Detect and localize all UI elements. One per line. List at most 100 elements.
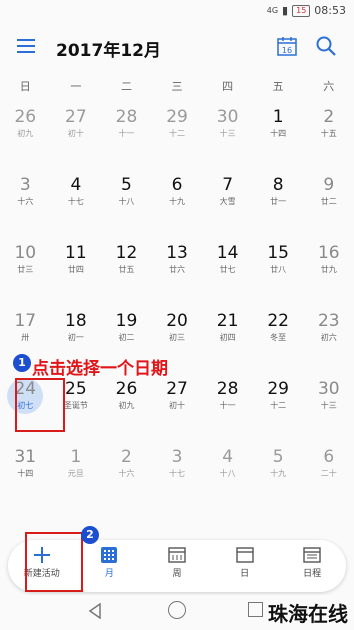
day-cell[interactable]: 22 冬至 <box>253 308 304 376</box>
day-cell[interactable]: 3 十七 <box>152 444 203 512</box>
day-number: 1 <box>272 107 284 127</box>
battery-icon: 15 <box>292 4 311 17</box>
day-cell[interactable]: 1 十四 <box>253 104 304 172</box>
day-cell[interactable]: 26 初九 <box>101 376 152 444</box>
day-cell[interactable]: 15 廿八 <box>253 240 304 308</box>
day-cell[interactable]: 8 廿一 <box>253 172 304 240</box>
step-2-badge: 2 <box>81 526 99 544</box>
day-cell[interactable]: 26 初九 <box>0 104 51 172</box>
day-number: 11 <box>65 243 87 263</box>
day-cell[interactable]: 11 廿四 <box>51 240 102 308</box>
day-cell[interactable]: 4 十八 <box>202 444 253 512</box>
lunar-date: 十七 <box>67 197 84 206</box>
lunar-date: 廿七 <box>219 265 236 274</box>
month-grid: 26 初九 27 初十 28 十一 29 十二 30 十三 1 十四 2 十五 3 十六 4 十七 5 十八 6 十九 7 大… <box>0 104 354 512</box>
lunar-date: 初九 <box>118 401 135 410</box>
day-cell[interactable]: 10 廿三 <box>0 240 51 308</box>
lunar-date: 卅 <box>21 333 30 342</box>
day-cell[interactable]: 12 廿五 <box>101 240 152 308</box>
weekday-header: 日一二三四五六 <box>0 78 354 98</box>
lunar-date: 十二 <box>270 401 287 410</box>
menu-icon[interactable] <box>14 34 38 58</box>
day-cell[interactable]: 27 初十 <box>51 104 102 172</box>
month-grid-icon <box>101 547 118 563</box>
home-icon[interactable] <box>168 601 186 619</box>
lunar-date: 十五 <box>320 129 337 138</box>
lunar-date: 廿五 <box>118 265 135 274</box>
new-event-highlight <box>25 532 83 592</box>
day-cell[interactable]: 6 二十 <box>303 444 354 512</box>
lunar-date: 十四 <box>17 469 34 478</box>
day-number: 15 <box>267 243 289 263</box>
week-icon <box>168 547 186 563</box>
lunar-date: 冬至 <box>270 333 287 342</box>
week-row: 3 十六 4 十七 5 十八 6 十九 7 大雪 8 廿一 9 廿二 <box>0 172 354 240</box>
day-cell[interactable]: 14 廿七 <box>202 240 253 308</box>
lunar-date: 廿六 <box>169 265 186 274</box>
day-cell[interactable]: 28 十一 <box>101 104 152 172</box>
day-number: 6 <box>171 175 183 195</box>
day-cell[interactable]: 31 十四 <box>0 444 51 512</box>
tab-month-grid[interactable]: 月 <box>76 540 144 592</box>
month-title[interactable]: 2017年12月 <box>56 36 161 61</box>
day-number: 18 <box>65 311 87 331</box>
weekday-label: 一 <box>70 80 82 93</box>
day-cell[interactable]: 16 廿九 <box>303 240 354 308</box>
day-cell[interactable]: 28 十一 <box>202 376 253 444</box>
day-number: 7 <box>222 175 234 195</box>
day-cell[interactable]: 6 十九 <box>152 172 203 240</box>
clock: 08:53 <box>314 4 346 17</box>
lunar-date: 初六 <box>320 333 337 342</box>
recent-apps-icon[interactable] <box>248 602 263 617</box>
day-icon <box>235 547 254 563</box>
selected-date-highlight <box>15 378 65 432</box>
day-cell[interactable]: 30 十三 <box>303 376 354 444</box>
day-cell[interactable]: 29 十二 <box>253 376 304 444</box>
day-cell[interactable]: 7 大雪 <box>202 172 253 240</box>
day-number: 29 <box>166 107 188 127</box>
day-cell[interactable]: 5 十八 <box>101 172 152 240</box>
lunar-date: 十一 <box>219 401 236 410</box>
day-cell[interactable]: 4 十七 <box>51 172 102 240</box>
day-cell[interactable]: 3 十六 <box>0 172 51 240</box>
day-cell[interactable]: 2 十六 <box>101 444 152 512</box>
day-cell[interactable]: 29 十二 <box>152 104 203 172</box>
week-row: 31 十四 1 元旦 2 十六 3 十七 4 十八 5 十九 6 二十 <box>0 444 354 512</box>
day-number: 20 <box>166 311 188 331</box>
day-number: 8 <box>272 175 284 195</box>
day-cell[interactable]: 5 十九 <box>253 444 304 512</box>
tab-week[interactable]: 周 <box>143 540 211 592</box>
day-number: 27 <box>65 107 87 127</box>
day-cell[interactable]: 2 十五 <box>303 104 354 172</box>
day-cell[interactable]: 30 十三 <box>202 104 253 172</box>
tab-agenda[interactable]: 日程 <box>278 540 346 592</box>
lunar-date: 十九 <box>169 197 186 206</box>
day-number: 12 <box>115 243 138 263</box>
back-icon[interactable] <box>88 603 102 619</box>
day-cell[interactable]: 9 廿二 <box>303 172 354 240</box>
lunar-date: 十二 <box>169 129 186 138</box>
day-number: 31 <box>14 447 37 467</box>
lunar-date: 初十 <box>169 401 186 410</box>
day-number: 6 <box>323 447 335 467</box>
lunar-date: 十九 <box>270 469 287 478</box>
tab-day[interactable]: 日 <box>211 540 279 592</box>
day-number: 4 <box>222 447 234 467</box>
network-indicator: 4G <box>266 6 279 15</box>
lunar-date: 初一 <box>67 333 84 342</box>
day-number: 26 <box>14 107 37 127</box>
day-cell[interactable]: 13 廿六 <box>152 240 203 308</box>
day-cell[interactable]: 27 初十 <box>152 376 203 444</box>
day-number: 16 <box>317 243 340 263</box>
day-cell[interactable]: 21 初四 <box>202 308 253 376</box>
weekday-label: 六 <box>323 80 335 93</box>
day-number: 3 <box>19 175 31 195</box>
weekday-label: 二 <box>120 80 132 93</box>
day-number: 21 <box>216 311 239 331</box>
day-cell[interactable]: 1 元旦 <box>51 444 102 512</box>
lunar-date: 初十 <box>67 129 84 138</box>
day-cell[interactable]: 23 初六 <box>303 308 354 376</box>
today-calendar-icon[interactable]: 16 <box>276 35 298 57</box>
lunar-date: 初四 <box>219 333 236 342</box>
search-icon[interactable] <box>314 34 338 58</box>
